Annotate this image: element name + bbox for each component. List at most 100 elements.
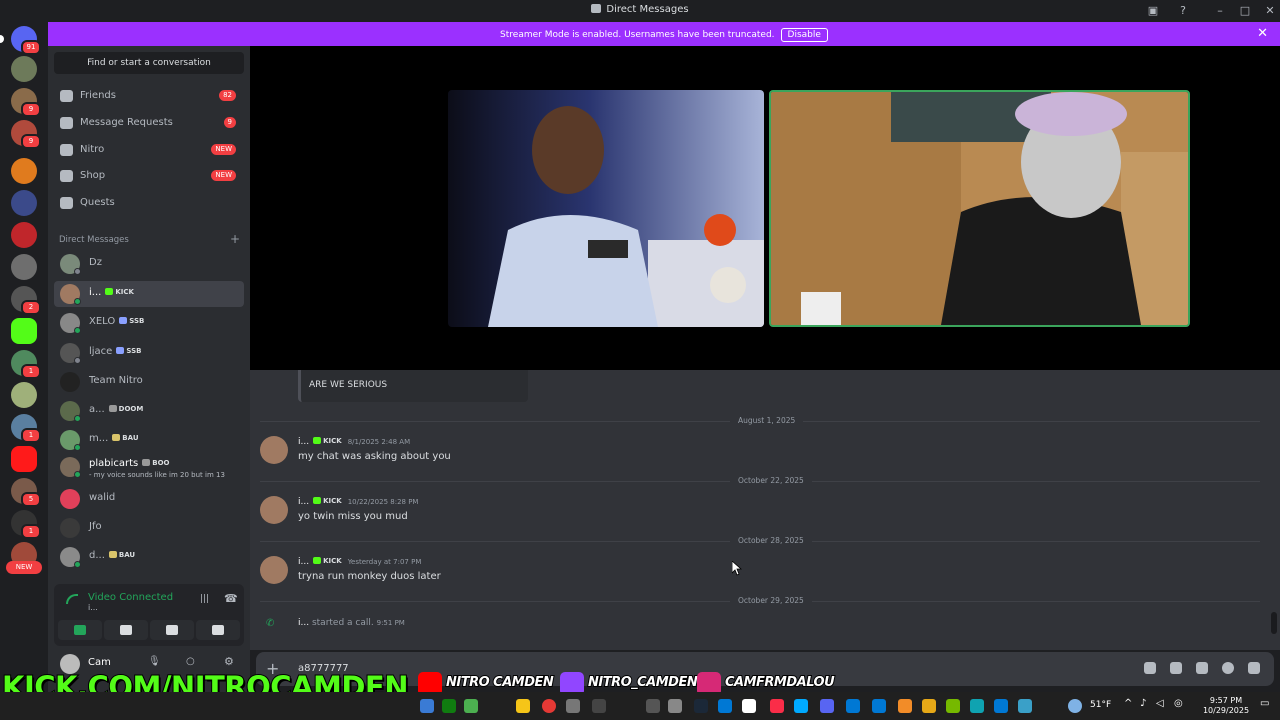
video-tile-remote[interactable]: [448, 90, 764, 327]
gift-icon[interactable]: [1144, 662, 1156, 674]
apps-icon[interactable]: [1248, 662, 1260, 674]
sticker-icon[interactable]: [1196, 662, 1208, 674]
app-icon[interactable]: [592, 699, 606, 713]
inbox-icon[interactable]: ▣: [1145, 3, 1161, 19]
minecraft-icon[interactable]: [464, 699, 478, 713]
dm-item[interactable]: Jfo: [54, 515, 244, 541]
gif-icon[interactable]: [1170, 662, 1182, 674]
maximize-button[interactable]: □: [1237, 3, 1253, 19]
close-window-button[interactable]: ✕: [1262, 3, 1278, 19]
dm-item[interactable]: ljace SSB: [54, 340, 244, 366]
headset-icon[interactable]: ○: [186, 656, 195, 667]
close-banner-icon[interactable]: ✕: [1257, 26, 1268, 41]
tray-chevron-icon[interactable]: ^: [1124, 698, 1132, 709]
dm-item[interactable]: Team Nitro: [54, 369, 244, 395]
server-icon-8[interactable]: [11, 446, 37, 472]
author-name[interactable]: i...: [298, 497, 309, 507]
notifications-icon[interactable]: ▭: [1260, 698, 1269, 709]
file-icon[interactable]: [742, 699, 756, 713]
noise-suppression-icon[interactable]: |||: [200, 594, 209, 604]
nav-quests[interactable]: Quests: [54, 191, 244, 215]
dm-item[interactable]: a... DOOM: [54, 398, 244, 424]
steam-icon[interactable]: [694, 699, 708, 713]
minimize-button[interactable]: –: [1212, 3, 1228, 19]
app-icon[interactable]: [994, 699, 1008, 713]
volume-icon[interactable]: ◁: [1156, 698, 1164, 709]
settings-gear-icon[interactable]: ⚙: [224, 655, 234, 668]
avatar[interactable]: [260, 556, 288, 584]
nav-shop[interactable]: Shop NEW: [54, 164, 244, 188]
mic-icon[interactable]: 🎙: [148, 656, 161, 667]
avatar[interactable]: [60, 654, 80, 674]
app-icon[interactable]: [872, 699, 886, 713]
app-icon[interactable]: [646, 699, 660, 713]
app-icon[interactable]: [566, 699, 580, 713]
dm-avatar-3[interactable]: 9: [11, 120, 41, 149]
caller-name[interactable]: i...: [298, 618, 309, 628]
dm-item[interactable]: XELO SSB: [54, 310, 244, 336]
screenshare-button[interactable]: [104, 620, 148, 640]
nvidia-icon[interactable]: [946, 699, 960, 713]
activities-button[interactable]: [150, 620, 194, 640]
message-input[interactable]: a8777777: [298, 663, 349, 674]
message-composer[interactable]: + a8777777: [256, 652, 1274, 686]
server-icon-5[interactable]: 1: [11, 350, 41, 379]
nav-friends[interactable]: Friends 82: [54, 84, 244, 108]
dm-avatar-1[interactable]: [11, 56, 37, 82]
home-button[interactable]: 91: [0, 26, 41, 55]
app-icon[interactable]: [718, 699, 732, 713]
help-icon[interactable]: ?: [1175, 3, 1191, 19]
discord-icon[interactable]: [820, 699, 834, 713]
app-icon[interactable]: [420, 699, 434, 713]
nav-nitro[interactable]: Nitro NEW: [54, 138, 244, 162]
attach-plus-icon[interactable]: +: [266, 659, 279, 678]
avatar[interactable]: [260, 436, 288, 464]
nav-message-requests[interactable]: Message Requests 9: [54, 111, 244, 135]
app-icon[interactable]: [922, 699, 936, 713]
dm-item[interactable]: m... BAU: [54, 427, 244, 453]
music-icon[interactable]: [770, 699, 784, 713]
dm-item[interactable]: walid: [54, 486, 244, 512]
new-unreads-pill[interactable]: NEW: [6, 561, 42, 574]
server-icon-pumpkin[interactable]: [11, 158, 37, 184]
find-conversation-button[interactable]: Find or start a conversation: [54, 52, 244, 74]
video-tile-self[interactable]: [769, 90, 1190, 327]
mic-tray-icon[interactable]: ♪: [1140, 698, 1146, 709]
kick-server-icon[interactable]: [11, 318, 37, 344]
dm-item[interactable]: plabicarts BOO - my voice sounds like im 2…: [54, 454, 244, 484]
app-icon[interactable]: [970, 699, 984, 713]
network-icon[interactable]: ◎: [1174, 698, 1183, 709]
server-icon-3[interactable]: [11, 254, 37, 280]
weather-icon[interactable]: [1068, 699, 1082, 713]
dm-item[interactable]: Dz: [54, 251, 244, 277]
camera-button[interactable]: [58, 620, 102, 640]
dm-avatar-2[interactable]: 9: [11, 88, 41, 117]
app-icon[interactable]: [516, 699, 530, 713]
server-icon-9[interactable]: 5: [11, 478, 41, 507]
avatar[interactable]: [260, 496, 288, 524]
server-icon-4[interactable]: 2: [11, 286, 41, 315]
dm-item[interactable]: d... BAU: [54, 544, 244, 570]
voice-status[interactable]: Video Connected: [88, 592, 173, 603]
disconnect-icon[interactable]: ☎: [224, 592, 238, 605]
server-icon-6[interactable]: [11, 382, 37, 408]
app-icon[interactable]: [542, 699, 556, 713]
system-clock[interactable]: 9:57 PM 10/29/2025: [1198, 696, 1254, 716]
create-dm-icon[interactable]: +: [230, 232, 240, 246]
disable-streamer-mode-button[interactable]: Disable: [780, 28, 828, 42]
app-icon[interactable]: [898, 699, 912, 713]
weather-temp[interactable]: 51°F: [1090, 700, 1111, 710]
server-icon-speed[interactable]: [11, 222, 37, 248]
server-icon-10[interactable]: 1: [11, 510, 41, 539]
server-icon-2[interactable]: [11, 190, 37, 216]
author-name[interactable]: i...: [298, 557, 309, 567]
app-icon[interactable]: [846, 699, 860, 713]
server-icon-7[interactable]: 1: [11, 414, 41, 443]
app-icon[interactable]: [1018, 699, 1032, 713]
author-name[interactable]: i...: [298, 437, 309, 447]
app-icon[interactable]: [794, 699, 808, 713]
emoji-icon[interactable]: [1222, 662, 1234, 674]
xbox-icon[interactable]: [442, 699, 456, 713]
app-icon[interactable]: [668, 699, 682, 713]
scrollbar[interactable]: [1271, 612, 1277, 634]
